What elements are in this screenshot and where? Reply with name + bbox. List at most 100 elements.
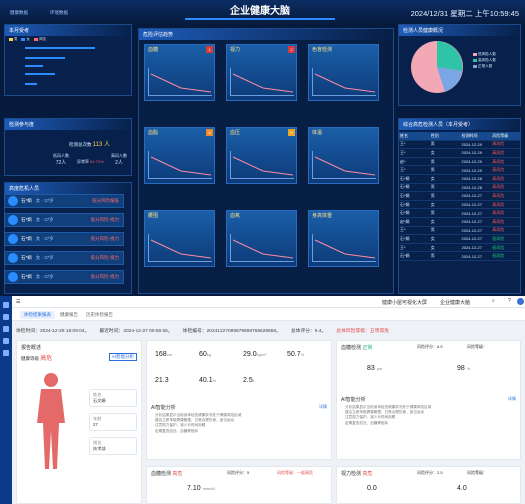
person-row[interactable]: 石*娟 女 · 27岁 低分风险-视力 — [4, 270, 124, 284]
metric-card[interactable]: 身高体重 — [308, 210, 379, 267]
table-row[interactable]: 王* 女 2024-12-29 高风险 — [398, 149, 521, 158]
table-cell: 高风险 — [492, 175, 505, 181]
tab-health[interactable]: 健康报告 — [56, 311, 82, 319]
avatar — [8, 272, 18, 282]
box-level: 风险等级：一般高危 — [277, 470, 313, 475]
table-cell: 男 — [430, 167, 435, 173]
table-cell: 王* — [400, 244, 406, 250]
person-age: 女 · 27岁 — [35, 255, 54, 260]
profile-value: 石文娟 — [93, 398, 106, 403]
person-row[interactable]: 石*娟 女 · 27岁 低分风险-视力 — [4, 232, 124, 246]
person-row[interactable]: 石*娟 女 · 27岁 低分风险-视力 — [4, 213, 124, 227]
metric-card[interactable]: 血脂 4 — [144, 127, 215, 184]
ai-line: 定期复查血压、血糖等指标 — [345, 420, 389, 425]
table-row[interactable]: 石*娟 女 2024-12-27 高风险 — [398, 201, 521, 210]
table-cell: 2024-12-29 — [461, 159, 482, 165]
bar — [25, 65, 43, 67]
card-chart — [230, 234, 294, 262]
trend-line — [232, 73, 294, 93]
table-cell: 高风险 — [492, 149, 505, 155]
table-row[interactable]: 石*娟 女 2024-12-28 高风险 — [398, 175, 521, 184]
brand2-link[interactable]: 企业健康大脑 — [440, 299, 470, 306]
person-age: 女 · 27岁 — [35, 198, 54, 203]
avatar[interactable] — [517, 298, 524, 305]
score: 总体评分：9.4。 — [290, 328, 327, 334]
rank-badge: 2 — [288, 46, 295, 53]
ai-analysis-link[interactable]: AI智能分析 — [108, 353, 137, 361]
report-overview: 报告概述 健康等级 高危 AI智能分析 姓名 石文娟 年龄 27 岗位 技术部 — [16, 340, 142, 504]
metric-item: 50.7% — [287, 351, 304, 358]
table-cell: 高风险 — [492, 158, 505, 164]
metric-card[interactable]: 血压 5 — [226, 127, 297, 184]
person-row[interactable]: 石*娟 女 · 27岁 低分风险偏低 — [4, 194, 124, 208]
tab-history[interactable]: 历史体检报告 — [82, 311, 117, 319]
table-row[interactable]: 赵*娟 女 2024-12-27 高风险 — [398, 218, 521, 227]
ai-line: 定期复查血压、血糖等指标 — [155, 428, 199, 433]
metric-card[interactable]: 腰围 — [144, 210, 215, 267]
metric-card[interactable]: 色盲检测 — [308, 44, 379, 101]
card-title: 视力 — [230, 47, 241, 53]
vision-box: 视力检测 高危 风险评分：2.5 风险等级： 0.0 4.0 — [336, 466, 521, 504]
tab-env-data[interactable]: 环境数据 — [50, 10, 68, 16]
brand-link[interactable]: 健康小屋可视化大屏 — [382, 299, 427, 306]
bar — [25, 57, 65, 59]
person-risk: 低分风险-视力 — [90, 255, 120, 260]
trend-line — [150, 73, 212, 93]
legend-normal: 正常人数 — [478, 64, 493, 68]
details-link[interactable]: 详情 — [508, 396, 516, 402]
column-header: 姓名 — [400, 132, 408, 138]
settings-icon[interactable] — [3, 350, 9, 356]
help-icon[interactable]: ? — [508, 298, 511, 304]
ai-text: 分析结果显示当前身体检查健康状况处于健康风险区域 建议立即采取健康管理，日常合理饮… — [345, 405, 515, 426]
metric-card[interactable]: 体温 — [308, 127, 379, 184]
details-link[interactable]: 详情 — [319, 404, 327, 410]
total-label: 检测总次数 — [69, 142, 92, 147]
metric-value: 98 — [457, 365, 465, 372]
home-icon[interactable] — [3, 302, 9, 308]
table-row[interactable]: 赵* 男 2024-12-29 高风险 — [398, 158, 521, 167]
table-row[interactable]: 王* 男 2024-12-29 高风险 — [398, 166, 521, 175]
table-row[interactable]: 石*娟 男 2024-12-27 高风险 — [398, 192, 521, 201]
menu-icon[interactable] — [3, 314, 9, 320]
table-cell: 2024-12-29 — [461, 150, 482, 156]
tab-health-data[interactable]: 健康数据 — [10, 10, 28, 16]
pie-legend: 低风险人数 高风险人数 正常人数 — [473, 51, 496, 69]
table-row[interactable]: 石*娟 男 2024-12-27 高风险 — [398, 209, 521, 218]
health-level: 健康等级 高危 — [21, 353, 52, 362]
table-row[interactable]: 石*娟 男 2024-12-28 高风险 — [398, 184, 521, 193]
metric-card[interactable]: 血糖 1 — [144, 44, 215, 101]
table-cell: 2024-12-29 — [461, 167, 482, 173]
pct-value: 61.72% — [90, 159, 104, 164]
user-icon[interactable] — [3, 338, 9, 344]
chart-icon[interactable] — [3, 326, 9, 332]
box-score: 风险评分：2.5 — [417, 470, 443, 475]
menu-toggle-icon[interactable]: ☰ — [16, 299, 20, 305]
table-row[interactable]: 石*娟 男 2024-12-27 低风险 — [398, 252, 521, 261]
first-time: 体检时间：2024-12-28 18:09:04。 — [16, 328, 90, 334]
card-chart — [148, 68, 212, 96]
health-value: 高危 — [40, 356, 53, 362]
person-row[interactable]: 石*娟 女 · 27岁 低分风险-视力 — [4, 251, 124, 265]
metric-unit: kg — [206, 352, 212, 357]
table-cell: 高风险 — [492, 167, 505, 173]
trend-line — [232, 239, 294, 259]
metric-card[interactable]: 视力 2 — [226, 44, 297, 101]
table-row[interactable]: 王* 男 2024-12-27 高风险 — [398, 227, 521, 236]
table-row[interactable]: 石*娟 女 2024-12-27 低风险 — [398, 235, 521, 244]
metric-unit: % — [212, 378, 217, 383]
metric-value: 168 — [155, 351, 167, 358]
person-risk: 低分风险-视力 — [90, 274, 120, 279]
right-eye-value: 4.0 — [457, 485, 467, 492]
metric-card[interactable]: 血氧 — [226, 210, 297, 267]
search-icon[interactable]: ⌕ — [492, 298, 495, 304]
box-title: 血糖检测 — [341, 345, 362, 351]
profile-item: 年龄 27 — [89, 413, 137, 431]
left-eye-value: 0.0 — [367, 485, 377, 492]
table-row[interactable]: 王* 女 2024-12-27 低风险 — [398, 244, 521, 253]
bar — [25, 47, 95, 49]
tab-report[interactable]: 体检结果报表 — [20, 311, 55, 319]
table-cell: 2024-12-28 — [461, 184, 482, 190]
table-row[interactable]: 王* 男 2024-12-29 高风险 — [398, 141, 521, 150]
trend-line — [232, 156, 294, 176]
table-cell: 女 — [430, 175, 435, 181]
